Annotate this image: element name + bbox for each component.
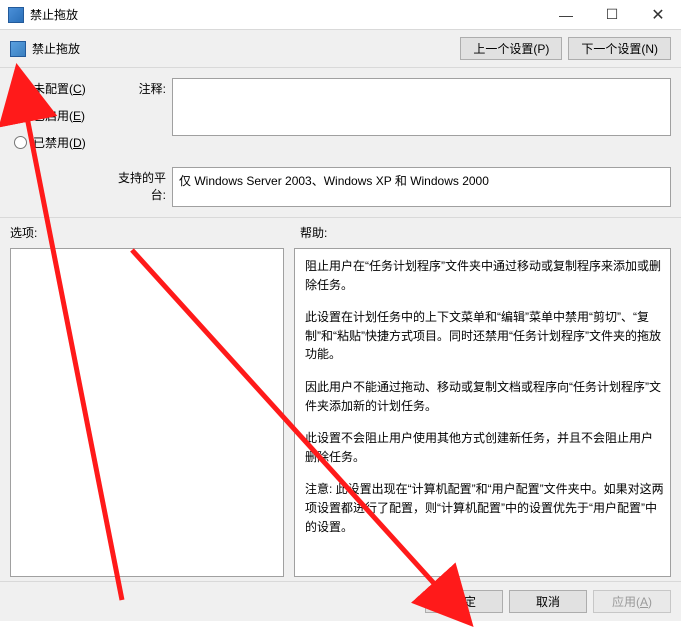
maximize-button[interactable]: ☐ (589, 0, 635, 30)
notes-label: 注释: (110, 78, 172, 97)
previous-setting-button[interactable]: 上一个设置(P) (460, 37, 562, 60)
help-paragraph: 注意: 此设置出现在“计算机配置”和“用户配置”文件夹中。如果对这两项设置都进行… (305, 480, 664, 536)
radio-enabled-input[interactable] (14, 109, 27, 122)
notes-textarea[interactable] (172, 78, 671, 136)
config-row: 未配置(C) 已启用(E) 已禁用(D) 注释: (0, 68, 681, 167)
supported-on-row: 支持的平台: 仅 Windows Server 2003、Windows XP … (0, 167, 681, 218)
radio-not-configured-input[interactable] (14, 82, 27, 95)
help-pane[interactable]: 阻止用户在“任务计划程序”文件夹中通过移动或复制程序来添加或删除任务。 此设置在… (294, 248, 671, 577)
policy-header-icon (10, 41, 26, 57)
options-header: 选项: (0, 218, 290, 244)
titlebar: 禁止拖放 — ☐ ✕ (0, 0, 681, 30)
options-pane (10, 248, 284, 577)
help-paragraph: 因此用户不能通过拖动、移动或复制文档或程序向“任务计划程序”文件夹添加新的计划任… (305, 378, 664, 415)
ok-button[interactable]: 确定 (425, 590, 503, 613)
close-button[interactable]: ✕ (635, 0, 681, 30)
supported-on-text: 仅 Windows Server 2003、Windows XP 和 Windo… (179, 174, 489, 188)
panes: 阻止用户在“任务计划程序”文件夹中通过移动或复制程序来添加或删除任务。 此设置在… (0, 244, 681, 581)
policy-header: 禁止拖放 上一个设置(P) 下一个设置(N) (0, 30, 681, 68)
supported-on-box: 仅 Windows Server 2003、Windows XP 和 Windo… (172, 167, 671, 207)
policy-name: 禁止拖放 (32, 40, 80, 57)
radio-enabled[interactable]: 已启用(E) (10, 107, 110, 124)
help-paragraph: 此设置不会阻止用户使用其他方式创建新任务，并且不会阻止用户删除任务。 (305, 429, 664, 466)
radio-disabled-input[interactable] (14, 136, 27, 149)
supported-on-label: 支持的平台: (110, 167, 172, 203)
dialog-footer: 确定 取消 应用(A) (0, 581, 681, 621)
radio-disabled[interactable]: 已禁用(D) (10, 134, 110, 151)
apply-button: 应用(A) (593, 590, 671, 613)
cancel-button[interactable]: 取消 (509, 590, 587, 613)
help-paragraph: 阻止用户在“任务计划程序”文件夹中通过移动或复制程序来添加或删除任务。 (305, 257, 664, 294)
radio-group: 未配置(C) 已启用(E) 已禁用(D) (10, 78, 110, 161)
pane-headers: 选项: 帮助: (0, 218, 681, 244)
help-paragraph: 此设置在计划任务中的上下文菜单和“编辑”菜单中禁用“剪切”、“复制”和“粘贴”快… (305, 308, 664, 364)
help-header: 帮助: (290, 218, 681, 244)
window-title: 禁止拖放 (30, 6, 78, 23)
next-setting-button[interactable]: 下一个设置(N) (568, 37, 671, 60)
minimize-button[interactable]: — (543, 0, 589, 30)
policy-icon (8, 7, 24, 23)
radio-not-configured[interactable]: 未配置(C) (10, 80, 110, 97)
